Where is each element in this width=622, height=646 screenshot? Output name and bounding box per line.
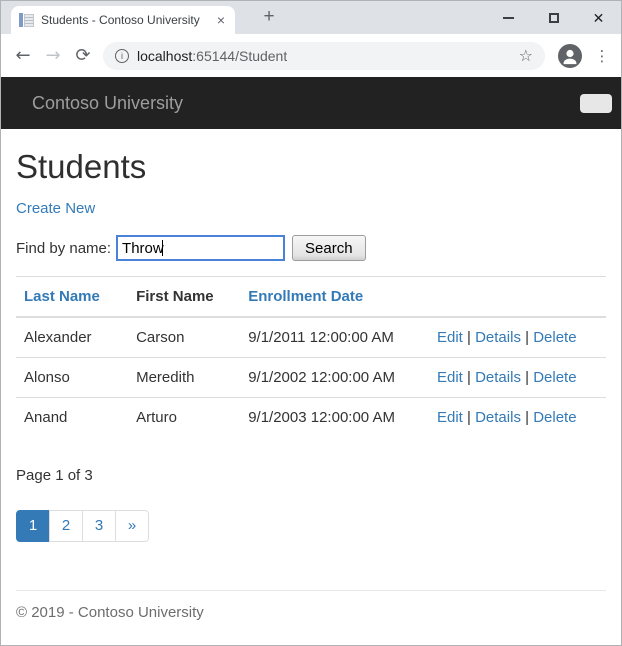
- edit-link[interactable]: Edit: [437, 329, 463, 346]
- cell-enrollment-date: 9/1/2011 12:00:00 AM: [248, 329, 394, 346]
- site-info-icon[interactable]: i: [115, 48, 129, 63]
- browser-toolbar: ← → ⟳ i localhost:65144/Student ☆ ⋮: [1, 34, 621, 77]
- site-navbar: Contoso University: [1, 77, 621, 129]
- action-separator: |: [467, 409, 471, 426]
- minimize-icon: [503, 16, 514, 19]
- action-separator: |: [525, 409, 530, 426]
- copyright-text: © 2019 - Contoso University: [16, 604, 204, 621]
- students-table: Last Name First Name Enrollment Date Ale…: [16, 276, 606, 437]
- browser-tab[interactable]: Students - Contoso University ×: [11, 6, 235, 34]
- close-icon: ✕: [592, 9, 605, 26]
- delete-link[interactable]: Delete: [533, 409, 576, 426]
- tab-title: Students - Contoso University: [41, 13, 200, 27]
- navbar-brand-link[interactable]: Contoso University: [32, 93, 183, 114]
- browser-window: { "browser": { "tab_title": "Students - …: [0, 0, 622, 646]
- url-text: localhost:65144/Student: [137, 48, 287, 64]
- cell-enrollment-date: 9/1/2002 12:00:00 AM: [240, 357, 429, 398]
- url-path: :65144/Student: [192, 47, 288, 64]
- details-link[interactable]: Details: [475, 409, 521, 426]
- action-separator: |: [467, 369, 471, 386]
- table-row: Alonso Meredith 9/1/2002 12:00:00 AM Edi…: [16, 357, 606, 398]
- text-caret: [162, 240, 164, 256]
- page-content: Students Create New Find by name: Search…: [1, 148, 621, 542]
- person-icon: [558, 43, 582, 68]
- search-input-wrap: [116, 235, 286, 261]
- site-footer: © 2019 - Contoso University: [16, 590, 606, 642]
- forward-button[interactable]: →: [39, 42, 67, 70]
- cell-first-name: Carson: [136, 329, 185, 346]
- cell-actions: Edit | Details | Delete: [429, 317, 606, 358]
- details-link[interactable]: Details: [475, 329, 521, 346]
- delete-link[interactable]: Delete: [533, 369, 576, 386]
- action-separator: |: [525, 369, 530, 386]
- refresh-button[interactable]: ⟳: [69, 42, 97, 70]
- window-controls: ✕: [486, 1, 621, 34]
- pagination-page-1[interactable]: 1: [16, 510, 50, 542]
- cell-first-name: Arturo: [128, 397, 241, 437]
- profile-avatar[interactable]: [558, 43, 582, 68]
- pagination: 1 2 3 »: [16, 510, 149, 542]
- first-name-header: First Name: [136, 288, 214, 305]
- page-info: Page 1 of 3: [16, 467, 93, 484]
- find-by-name-label: Find by name:: [16, 239, 112, 257]
- details-link[interactable]: Details: [475, 369, 521, 386]
- cell-enrollment-date: 9/1/2003 12:00:00 AM: [240, 397, 429, 437]
- cell-first-name: Meredith: [128, 357, 241, 398]
- cell-last-name: Anand: [16, 397, 129, 437]
- bookmark-star-icon[interactable]: ☆: [519, 46, 533, 65]
- table-row: Anand Arturo 9/1/2003 12:00:00 AM Edit |…: [16, 397, 606, 437]
- cell-actions: Edit | Details | Delete: [428, 357, 606, 398]
- browser-tab-bar: Students - Contoso University × + ✕: [1, 1, 621, 34]
- cell-last-name: Alexander: [24, 329, 92, 346]
- close-window-button[interactable]: ✕: [576, 1, 621, 34]
- delete-link[interactable]: Delete: [533, 329, 576, 346]
- page-title: Students: [16, 148, 147, 185]
- cell-actions: Edit | Details | Delete: [428, 397, 606, 437]
- action-separator: |: [525, 329, 530, 346]
- search-form: Find by name: Search: [16, 235, 606, 261]
- action-separator: |: [467, 329, 471, 346]
- sort-enrollment-date-link[interactable]: Enrollment Date: [248, 288, 363, 305]
- address-bar[interactable]: i localhost:65144/Student ☆: [103, 41, 545, 70]
- sort-last-name-link[interactable]: Last Name: [24, 288, 100, 305]
- cell-last-name: Alonso: [16, 357, 129, 398]
- new-tab-button[interactable]: +: [256, 4, 282, 30]
- url-host: localhost: [137, 47, 193, 64]
- edit-link[interactable]: Edit: [437, 369, 463, 386]
- page-favicon-icon: [19, 13, 34, 27]
- edit-link[interactable]: Edit: [437, 409, 463, 426]
- browser-menu-icon[interactable]: ⋮: [591, 47, 613, 65]
- table-header-row: Last Name First Name Enrollment Date: [16, 276, 606, 318]
- minimize-button[interactable]: [486, 1, 531, 34]
- search-input[interactable]: [116, 235, 286, 261]
- pagination-page-2[interactable]: 2: [49, 510, 83, 542]
- pagination-page-3[interactable]: 3: [82, 510, 116, 542]
- pagination-next[interactable]: »: [115, 510, 149, 542]
- back-button[interactable]: ←: [9, 42, 37, 70]
- search-button[interactable]: Search: [292, 235, 366, 261]
- navbar-toggler-button[interactable]: [580, 93, 612, 113]
- maximize-icon: [548, 12, 559, 23]
- tab-close-icon[interactable]: ×: [215, 11, 227, 29]
- maximize-button[interactable]: [531, 1, 576, 34]
- create-new-link[interactable]: Create New: [16, 200, 95, 217]
- table-row: Alexander Carson 9/1/2011 12:00:00 AM Ed…: [16, 317, 606, 358]
